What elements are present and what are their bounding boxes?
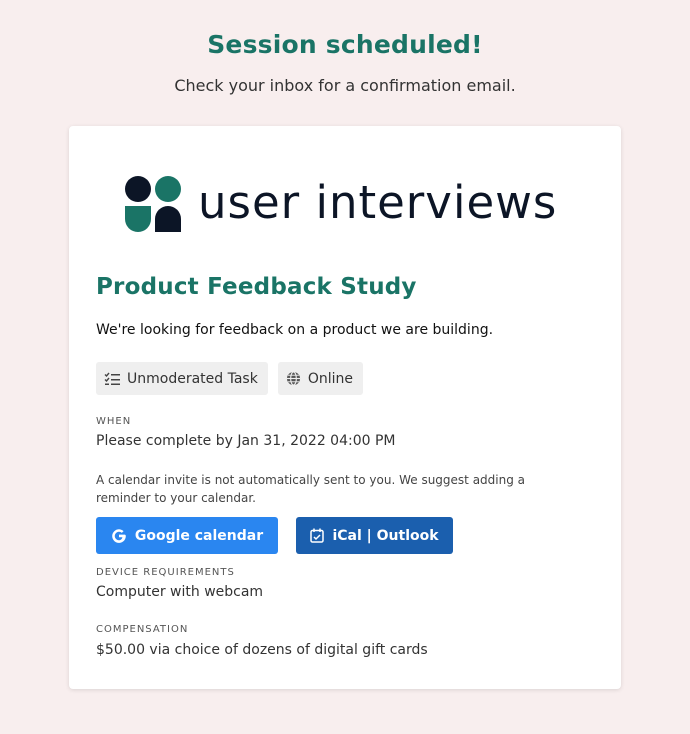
compensation-label: COMPENSATION [96, 624, 189, 635]
logo-mark-icon [125, 176, 181, 232]
globe-icon [286, 371, 300, 386]
google-g-icon [112, 528, 126, 543]
tag-unmoderated-task: Unmoderated Task [96, 362, 268, 395]
device-requirements-value: Computer with webcam [96, 584, 264, 600]
tag-online: Online [277, 362, 363, 395]
tag-label: Online [307, 370, 353, 387]
user-interviews-logo: user interviews [125, 176, 557, 232]
google-calendar-button[interactable]: Google calendar [96, 517, 278, 554]
device-requirements-label: DEVICE REQUIREMENTS [96, 567, 235, 578]
study-description: We're looking for feedback on a product … [96, 322, 494, 338]
session-card: user interviews Product Feedback Study W… [69, 126, 621, 689]
calendar-check-icon [310, 528, 325, 543]
page-subtitle: Check your inbox for a confirmation emai… [174, 76, 516, 95]
tag-label: Unmoderated Task [127, 370, 258, 387]
when-label: WHEN [96, 416, 132, 427]
google-calendar-label: Google calendar [134, 527, 264, 544]
study-tags: Unmoderated Task Online [96, 362, 373, 395]
when-value: Please complete by Jan 31, 2022 04:00 PM [96, 433, 396, 449]
compensation-value: $50.00 via choice of dozens of digital g… [96, 642, 428, 658]
study-title: Product Feedback Study [96, 274, 417, 300]
logo-text: user interviews [198, 175, 558, 229]
calendar-note: A calendar invite is not automatically s… [96, 473, 525, 505]
checklist-icon [104, 372, 120, 385]
ical-outlook-label: iCal | Outlook [332, 527, 439, 544]
page-title: Session scheduled! [207, 30, 483, 59]
ical-outlook-button[interactable]: iCal | Outlook [296, 517, 453, 554]
